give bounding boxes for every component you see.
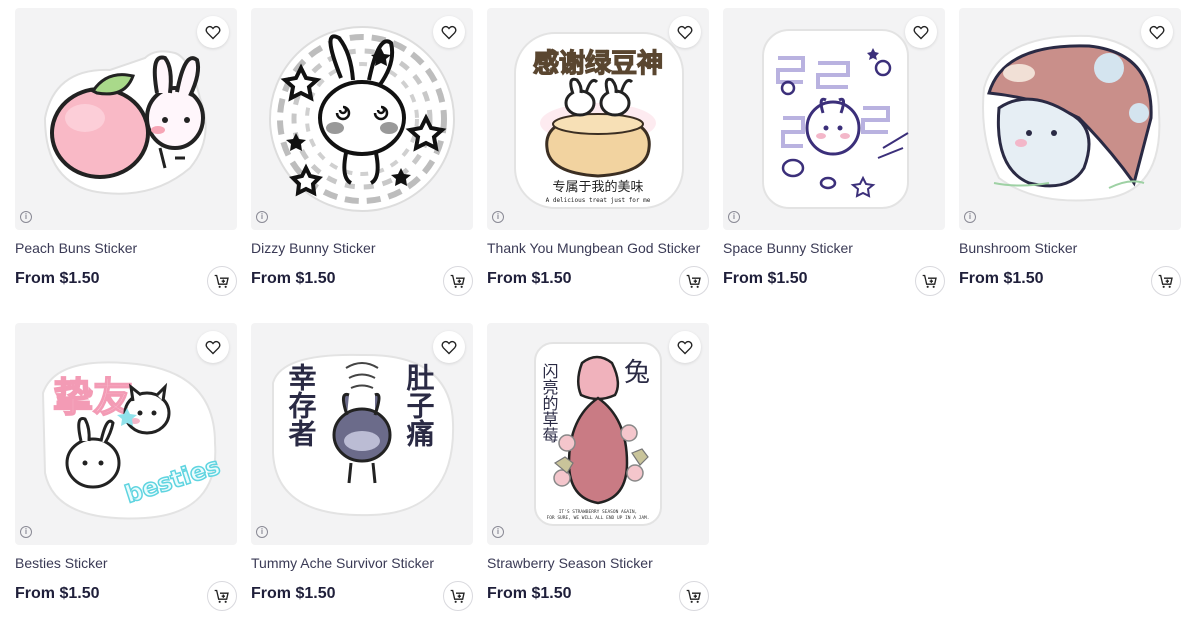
product-price: From $1.50 [15, 270, 100, 287]
favorite-button[interactable] [433, 16, 465, 48]
favorite-button[interactable] [197, 331, 229, 363]
product-title[interactable]: Space Bunny Sticker [723, 240, 853, 256]
add-to-cart-icon [214, 589, 229, 603]
art-title-text: 挚友 [53, 375, 133, 421]
product-image[interactable]: 感谢绿豆神 专属于我的美味 A delicious treat just for… [487, 8, 709, 230]
favorite-button[interactable] [197, 16, 229, 48]
add-to-cart-button[interactable] [679, 581, 709, 611]
info-icon[interactable]: i [492, 211, 504, 223]
favorite-button[interactable] [433, 331, 465, 363]
product-card[interactable]: i Peach Buns Sticker From $1.50 [15, 8, 237, 308]
add-to-cart-icon [922, 274, 937, 288]
info-icon[interactable]: i [20, 211, 32, 223]
add-to-cart-button[interactable] [207, 266, 237, 296]
art-title-text: 感谢绿豆神 [533, 48, 663, 79]
product-price: From $1.50 [251, 585, 336, 602]
info-icon[interactable]: i [256, 526, 268, 538]
heart-icon [677, 340, 693, 354]
product-image[interactable]: i [959, 8, 1181, 230]
product-image[interactable]: 挚友 besties i [15, 323, 237, 545]
heart-icon [1149, 25, 1165, 39]
product-card[interactable]: i Space Bunny Sticker From $1.50 [723, 8, 945, 308]
product-price: From $1.50 [15, 585, 100, 602]
add-to-cart-button[interactable] [443, 581, 473, 611]
info-icon[interactable]: i [728, 211, 740, 223]
product-price: From $1.50 [959, 270, 1044, 287]
add-to-cart-icon [686, 589, 701, 603]
art-caption-text: A delicious treat just for me [546, 197, 651, 204]
product-grid: i Peach Buns Sticker From $1.50 i Dizzy … [0, 0, 1200, 627]
product-price: From $1.50 [251, 270, 336, 287]
favorite-button[interactable] [1141, 16, 1173, 48]
product-card[interactable]: 闪亮的草莓 兔 IT'S STRAWBERRY SEASON AGAIN, FO… [487, 323, 709, 623]
info-icon[interactable]: i [964, 211, 976, 223]
product-card[interactable]: 挚友 besties i Besties Sticker From $1.50 [15, 323, 237, 623]
art-caption-line2: FOR SURE, WE WILL ALL END UP IN A JAM. [547, 515, 650, 521]
product-image[interactable]: 幸存者 肚子痛 i [251, 323, 473, 545]
add-to-cart-button[interactable] [1151, 266, 1181, 296]
art-left-text: 幸存者 [285, 363, 318, 447]
heart-icon [205, 25, 221, 39]
product-image[interactable]: i [15, 8, 237, 230]
info-icon[interactable]: i [492, 526, 504, 538]
heart-icon [205, 340, 221, 354]
product-image[interactable]: i [723, 8, 945, 230]
product-image[interactable]: 闪亮的草莓 兔 IT'S STRAWBERRY SEASON AGAIN, FO… [487, 323, 709, 545]
product-card[interactable]: 幸存者 肚子痛 i Tummy Ache Survivor Sticker Fr… [251, 323, 473, 623]
product-price: From $1.50 [723, 270, 808, 287]
art-rabbit-text: 兔 [624, 358, 650, 388]
product-title[interactable]: Dizzy Bunny Sticker [251, 240, 375, 256]
add-to-cart-button[interactable] [207, 581, 237, 611]
favorite-button[interactable] [669, 16, 701, 48]
favorite-button[interactable] [905, 16, 937, 48]
add-to-cart-button[interactable] [915, 266, 945, 296]
product-title[interactable]: Peach Buns Sticker [15, 240, 137, 256]
product-title[interactable]: Strawberry Season Sticker [487, 555, 653, 571]
product-title[interactable]: Bunshroom Sticker [959, 240, 1077, 256]
product-price: From $1.50 [487, 270, 572, 287]
product-title[interactable]: Tummy Ache Survivor Sticker [251, 555, 434, 571]
heart-icon [441, 340, 457, 354]
product-title[interactable]: Besties Sticker [15, 555, 108, 571]
heart-icon [677, 25, 693, 39]
art-subtitle-text: 专属于我的美味 [552, 179, 643, 195]
add-to-cart-button[interactable] [679, 266, 709, 296]
product-title[interactable]: Thank You Mungbean God Sticker [487, 240, 700, 256]
add-to-cart-icon [214, 274, 229, 288]
art-caption-line1: IT'S STRAWBERRY SEASON AGAIN, [559, 509, 638, 515]
art-right-text: 肚子痛 [403, 363, 436, 448]
add-to-cart-button[interactable] [443, 266, 473, 296]
info-icon[interactable]: i [256, 211, 268, 223]
product-image[interactable]: i [251, 8, 473, 230]
add-to-cart-icon [686, 274, 701, 288]
product-card[interactable]: 感谢绿豆神 专属于我的美味 A delicious treat just for… [487, 8, 709, 308]
product-card[interactable]: i Bunshroom Sticker From $1.50 [959, 8, 1181, 308]
product-price: From $1.50 [487, 585, 572, 602]
heart-icon [913, 25, 929, 39]
favorite-button[interactable] [669, 331, 701, 363]
art-vertical-text: 闪亮的草莓 [540, 363, 559, 443]
info-icon[interactable]: i [20, 526, 32, 538]
add-to-cart-icon [450, 589, 465, 603]
heart-icon [441, 25, 457, 39]
add-to-cart-icon [450, 274, 465, 288]
add-to-cart-icon [1158, 274, 1173, 288]
product-card[interactable]: i Dizzy Bunny Sticker From $1.50 [251, 8, 473, 308]
